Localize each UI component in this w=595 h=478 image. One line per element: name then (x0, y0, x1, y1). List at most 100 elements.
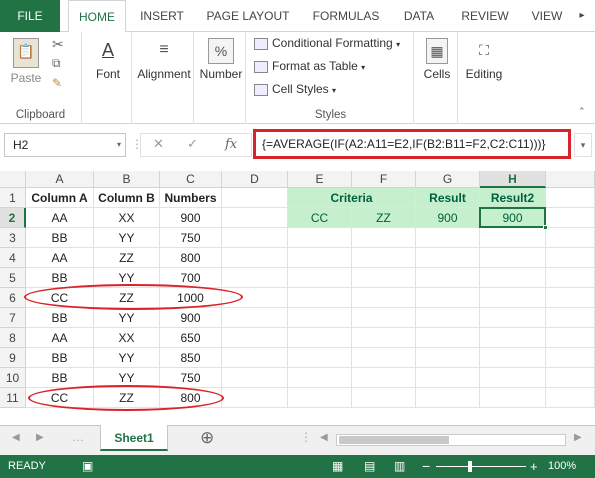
table-cell[interactable]: 850 (160, 348, 222, 368)
horizontal-scrollbar[interactable] (336, 434, 566, 446)
cell[interactable] (480, 328, 546, 348)
criteria-header[interactable]: Criteria (288, 188, 416, 208)
cut-icon[interactable]: ✂ (52, 36, 64, 53)
page-layout-view-icon[interactable]: ▤ (364, 455, 375, 478)
row-header-8[interactable]: 8 (0, 328, 26, 348)
table-cell[interactable]: 900 (160, 208, 222, 228)
result-cell-g2[interactable]: 900 (416, 208, 480, 228)
formula-input[interactable]: {=AVERAGE(IF(A2:A11=E2,IF(B2:B11=F2,C2:C… (253, 129, 571, 159)
cell[interactable] (416, 368, 480, 388)
zoom-slider-thumb[interactable] (468, 461, 472, 472)
cell[interactable] (222, 308, 288, 328)
cell[interactable] (352, 368, 416, 388)
zoom-out-button[interactable]: − (422, 455, 430, 478)
table-cell[interactable]: BB (26, 308, 94, 328)
tab-insert[interactable]: INSERT (132, 0, 192, 32)
tab-formulas[interactable]: FORMULAS (306, 0, 386, 32)
row-header-1[interactable]: 1 (0, 188, 26, 208)
criteria-cell-f2[interactable]: ZZ (352, 208, 416, 228)
cell[interactable] (546, 368, 595, 388)
zoom-slider[interactable] (436, 466, 526, 467)
add-sheet-icon[interactable]: ⊕ (200, 428, 214, 448)
cell[interactable] (480, 348, 546, 368)
cell[interactable] (222, 348, 288, 368)
column-header-b[interactable]: B (94, 171, 160, 188)
cell[interactable] (352, 328, 416, 348)
cell[interactable] (416, 288, 480, 308)
cell[interactable] (480, 308, 546, 328)
zoom-in-button[interactable]: + (530, 455, 538, 478)
macro-record-icon[interactable]: ▣ (82, 455, 93, 478)
row-header-10[interactable]: 10 (0, 368, 26, 388)
insert-function-icon[interactable]: fx (225, 137, 237, 152)
table-header-cell[interactable]: Column A (26, 188, 94, 208)
cell[interactable] (546, 188, 595, 208)
editing-button[interactable]: ⛶ Editing (462, 38, 506, 81)
tab-home[interactable]: HOME (68, 0, 126, 33)
copy-icon[interactable]: ⧉ (52, 56, 61, 71)
more-tabs-icon[interactable]: ▸ (574, 0, 590, 32)
scroll-left-icon[interactable]: ◀ (12, 432, 20, 443)
cell[interactable] (480, 248, 546, 268)
table-cell[interactable]: 900 (160, 308, 222, 328)
cell[interactable] (288, 228, 352, 248)
cell[interactable] (222, 328, 288, 348)
cell[interactable] (416, 248, 480, 268)
select-all-corner[interactable] (0, 171, 26, 188)
cell[interactable] (416, 308, 480, 328)
tabs-splitter-icon[interactable]: ⋮ (300, 430, 312, 444)
row-header-2[interactable]: 2 (0, 208, 26, 228)
number-button[interactable]: % Number (198, 38, 244, 81)
result2-header[interactable]: Result2 (480, 188, 546, 208)
tab-page-layout[interactable]: PAGE LAYOUT (200, 0, 296, 32)
row-header-4[interactable]: 4 (0, 248, 26, 268)
font-button[interactable]: A Font (90, 38, 126, 81)
table-cell[interactable]: AA (26, 328, 94, 348)
cell[interactable] (416, 348, 480, 368)
row-header-7[interactable]: 7 (0, 308, 26, 328)
column-header-a[interactable]: A (26, 171, 94, 188)
column-header-h[interactable]: H (480, 171, 546, 188)
cell[interactable] (480, 228, 546, 248)
cell[interactable] (222, 388, 288, 408)
cell[interactable] (546, 388, 595, 408)
cell[interactable] (416, 388, 480, 408)
row-header-9[interactable]: 9 (0, 348, 26, 368)
table-cell[interactable]: 650 (160, 328, 222, 348)
collapse-ribbon-icon[interactable]: ⌃ (578, 106, 586, 117)
cell[interactable] (222, 228, 288, 248)
row-header-5[interactable]: 5 (0, 268, 26, 288)
tab-file[interactable]: FILE (0, 0, 60, 32)
table-header-cell[interactable]: Numbers (160, 188, 222, 208)
cell[interactable] (416, 268, 480, 288)
table-cell[interactable]: XX (94, 208, 160, 228)
column-header-f[interactable]: F (352, 171, 416, 188)
format-as-table-button[interactable]: Format as Table ▾ (254, 59, 365, 73)
tab-data[interactable]: DATA (394, 0, 444, 32)
worksheet-grid[interactable]: ABCDEFGH 1 2 3 4 5 6 7 8 9 10 11 Column A Column BN… (0, 171, 595, 425)
cell[interactable] (288, 368, 352, 388)
alignment-button[interactable]: ≡ Alignment (136, 38, 192, 81)
scrollbar-thumb[interactable] (339, 436, 449, 444)
cell[interactable] (222, 268, 288, 288)
table-header-cell[interactable]: Column B (94, 188, 160, 208)
cell[interactable] (352, 308, 416, 328)
result-header[interactable]: Result (416, 188, 480, 208)
cell[interactable] (288, 388, 352, 408)
cell[interactable] (288, 248, 352, 268)
tab-view[interactable]: VIEW (524, 0, 570, 32)
paste-button[interactable]: 📋 Paste (6, 38, 46, 85)
row-header-6[interactable]: 6 (0, 288, 26, 308)
hscroll-right-icon[interactable]: ▶ (574, 432, 582, 443)
table-cell[interactable]: 750 (160, 228, 222, 248)
enter-icon[interactable]: ✓ (187, 136, 198, 152)
conditional-formatting-button[interactable]: Conditional Formatting ▾ (254, 36, 400, 50)
more-sheets-icon[interactable]: … (72, 430, 84, 444)
table-cell[interactable]: YY (94, 348, 160, 368)
cell[interactable] (480, 388, 546, 408)
cell[interactable] (480, 288, 546, 308)
format-painter-icon[interactable]: ✎ (52, 76, 62, 90)
cell[interactable] (288, 308, 352, 328)
table-cell[interactable]: BB (26, 228, 94, 248)
tab-review[interactable]: REVIEW (454, 0, 516, 32)
